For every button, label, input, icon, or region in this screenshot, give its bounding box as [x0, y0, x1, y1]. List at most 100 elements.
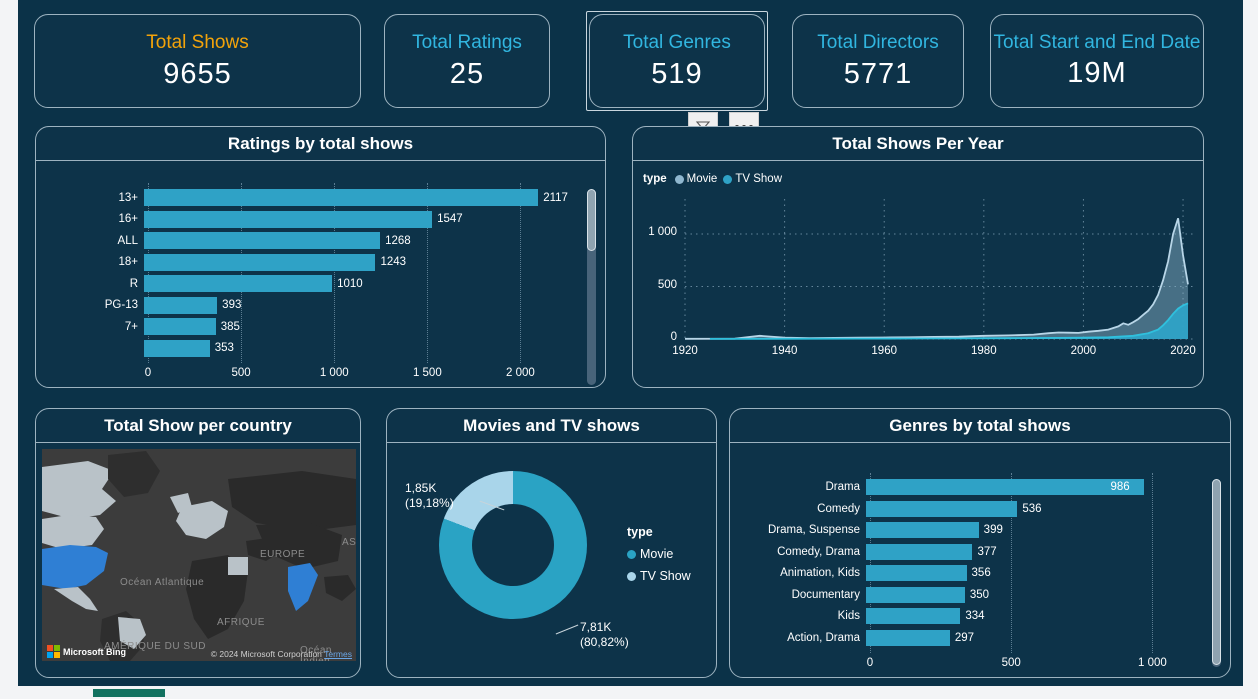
donut-legend-swatch-tvshow — [627, 571, 636, 581]
bar-category-label: Action, Drama — [787, 631, 860, 644]
page-horizontal-scrollbar-thumb[interactable] — [93, 689, 165, 697]
map-terms-link[interactable]: Termes — [324, 649, 352, 659]
donut-callout-movie-percent: (80,82%) — [580, 635, 629, 649]
bing-logo-credit: Microsoft Bing — [47, 645, 126, 658]
bar-value-label: 986 — [1110, 481, 1130, 493]
dashboard-root: Total Shows 9655 Total Ratings 25 Total … — [0, 0, 1258, 699]
bar-fill[interactable] — [144, 232, 381, 249]
x-axis-tick-label: 1940 — [771, 345, 798, 357]
donut-legend-item-tvshow[interactable]: TV Show — [627, 569, 691, 583]
page-horizontal-scrollbar[interactable] — [18, 686, 1243, 699]
bar-track: 356 — [866, 565, 1175, 581]
ratings-scrollbar-thumb[interactable] — [587, 189, 596, 251]
ratings-plot-area: 13+ 2117 16+ 1547 ALL 1268 18+ 1243 R 1010 PG-13 39… — [36, 161, 605, 386]
bar-value-label: 353 — [214, 342, 234, 354]
bar-fill[interactable] — [866, 608, 961, 624]
donut-callout-tvshow: 1,85K (19,18%) — [405, 481, 454, 511]
genres-scrollbar-thumb[interactable] — [1212, 479, 1221, 665]
bar-fill[interactable] — [866, 500, 1018, 517]
bar-fill[interactable] — [866, 586, 965, 603]
map-label-africa: AFRIQUE — [217, 617, 265, 628]
bar-fill[interactable] — [866, 565, 967, 581]
bar-fill[interactable] — [144, 318, 216, 335]
donut-callout-tvshow-value: 1,85K — [405, 481, 437, 495]
bar-row[interactable]: Comedy 536 — [730, 500, 1230, 517]
bar-category-label: Comedy — [817, 502, 860, 515]
bar-fill[interactable] — [866, 629, 950, 646]
bar-track: 1243 — [144, 253, 567, 271]
map-body[interactable]: EUROPE ASIE AFRIQUE Océan Atlantique AMÉ… — [36, 443, 360, 676]
ratings-scrollbar[interactable] — [587, 189, 596, 385]
bar-row[interactable]: 16+ 1547 — [36, 210, 605, 228]
bar-category-label: PG-13 — [104, 299, 138, 311]
y-axis-tick-label: 0 — [670, 331, 677, 343]
total-shows-per-year-card: Total Shows Per Year type Movie TV Show … — [632, 126, 1204, 388]
bar-row[interactable]: Kids 334 — [730, 608, 1230, 624]
kpi-card-total-ratings[interactable]: Total Ratings 25 — [384, 14, 550, 108]
card-title: Genres by total shows — [730, 409, 1230, 443]
card-title: Total Shows Per Year — [633, 127, 1203, 161]
bar-fill[interactable] — [866, 479, 1145, 495]
x-axis-tick-label: 2000 — [1070, 345, 1097, 357]
donut-callout-movie: 7,81K (80,82%) — [580, 620, 629, 650]
kpi-card-total-genres[interactable]: Total Genres 519 — [586, 11, 768, 111]
kpi-card-total-shows[interactable]: Total Shows 9655 — [34, 14, 361, 108]
bar-category-label: R — [129, 277, 138, 290]
donut-callout-movie-value: 7,81K — [580, 620, 612, 634]
area-line-movie — [684, 218, 1189, 340]
total-show-per-country-card: Total Show per country EUROPE AS AFRIQUE… — [35, 408, 361, 678]
area-chart-svg[interactable] — [633, 161, 1203, 387]
bar-fill[interactable] — [144, 339, 210, 357]
donut-legend-item-movie[interactable]: Movie — [627, 547, 691, 561]
bar-track: 1547 — [144, 210, 567, 228]
axis-tick-label: 1 000 — [1138, 657, 1167, 669]
bar-fill[interactable] — [144, 253, 376, 271]
bar-row[interactable]: Drama 986 — [730, 479, 1230, 495]
bar-row[interactable]: Animation, Kids 356 — [730, 565, 1230, 581]
genres-plot-area: Drama 986 Comedy 536 Drama, Suspense 399 Comed… — [730, 443, 1230, 676]
bar-category-label: 16+ — [118, 213, 138, 225]
bar-category-label: Drama — [825, 481, 860, 493]
bar-row[interactable]: Action, Drama 297 — [730, 629, 1230, 646]
donut-legend-label-movie: Movie — [640, 547, 674, 561]
bar-row[interactable]: PG-13 393 — [36, 296, 605, 314]
donut-chart[interactable] — [439, 471, 587, 619]
kpi-card-total-start-end-date[interactable]: Total Start and End Date 19M — [990, 14, 1204, 108]
bar-track: 297 — [866, 629, 1175, 646]
ratings-chart-body[interactable]: 13+ 2117 16+ 1547 ALL 1268 18+ 1243 R 1010 PG-13 39… — [36, 161, 605, 386]
bar-fill[interactable] — [144, 296, 218, 314]
bar-value-label: 1243 — [380, 256, 407, 268]
bar-row[interactable]: Documentary 350 — [730, 586, 1230, 603]
year-chart-body[interactable]: type Movie TV Show 0 500 1 000 1920 1940 1960… — [633, 161, 1203, 386]
bar-fill[interactable] — [866, 522, 979, 538]
kpi-title: Total Genres — [623, 32, 731, 53]
bar-row[interactable]: 7+ 385 — [36, 318, 605, 335]
card-title: Movies and TV shows — [387, 409, 716, 443]
bar-row[interactable]: Drama, Suspense 399 — [730, 522, 1230, 538]
axis-tick-label: 500 — [231, 367, 251, 379]
genres-scrollbar[interactable] — [1212, 479, 1221, 667]
bing-map[interactable]: EUROPE ASIE AFRIQUE Océan Atlantique AMÉ… — [42, 449, 356, 661]
genres-chart-body[interactable]: Drama 986 Comedy 536 Drama, Suspense 399 Comed… — [730, 443, 1230, 676]
x-axis-tick-label: 2020 — [1170, 345, 1196, 357]
map-label-asia: ASIE — [342, 537, 356, 548]
bar-category-label: Documentary — [791, 588, 860, 601]
bar-row[interactable]: 353 — [36, 339, 605, 357]
bar-fill[interactable] — [144, 189, 539, 206]
donut-body[interactable]: 1,85K (19,18%) 7,81K (80,82%) type Movie… — [387, 443, 716, 676]
bar-row[interactable]: 18+ 1243 — [36, 253, 605, 271]
area-plot-area: 0 500 1 000 1920 1940 1960 1980 2000 2020 — [633, 161, 1203, 386]
bar-row[interactable]: ALL 1268 — [36, 232, 605, 249]
bar-row[interactable]: 13+ 2117 — [36, 189, 605, 206]
bar-value-label: 334 — [965, 610, 985, 622]
kpi-card-total-directors[interactable]: Total Directors 5771 — [792, 14, 964, 108]
bar-row[interactable]: Comedy, Drama 377 — [730, 543, 1230, 560]
bar-fill[interactable] — [144, 210, 433, 228]
area-series-movie[interactable] — [685, 218, 1189, 339]
bar-row[interactable]: R 1010 — [36, 275, 605, 292]
bar-track: 1268 — [144, 232, 567, 249]
bar-fill[interactable] — [144, 275, 333, 292]
bar-value-label: 399 — [983, 524, 1003, 536]
donut-legend-label-tvshow: TV Show — [640, 569, 691, 583]
bar-fill[interactable] — [866, 543, 973, 560]
